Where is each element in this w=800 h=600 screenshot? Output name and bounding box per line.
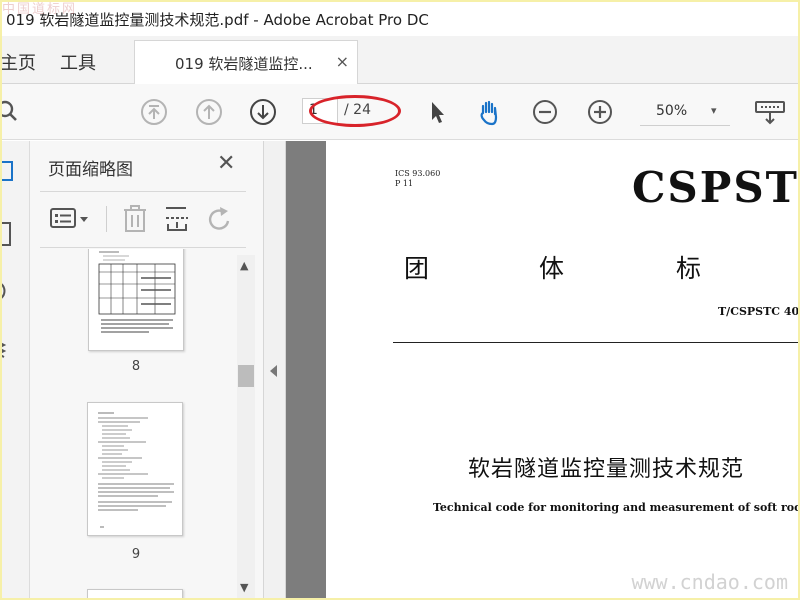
standard-type-char: 团 bbox=[404, 254, 430, 283]
standard-code: T/CSPSTC 40—2019 bbox=[718, 305, 798, 318]
thumbnail-8-content bbox=[98, 251, 176, 333]
standard-type-char: 标 bbox=[676, 254, 702, 283]
tab-document[interactable]: 019 软岩隧道监控... × bbox=[134, 40, 358, 85]
header-rule bbox=[393, 342, 798, 343]
title-bar: 019 软岩隧道监控量测技术规范.pdf - Adobe Acrobat Pro… bbox=[2, 2, 798, 36]
thumbnail-9-content bbox=[98, 412, 174, 528]
red-highlight-ellipse bbox=[309, 95, 401, 127]
prev-page-icon[interactable] bbox=[195, 98, 223, 126]
next-page-icon[interactable] bbox=[249, 98, 277, 126]
insert-page-icon[interactable] bbox=[163, 204, 191, 234]
trash-icon[interactable] bbox=[121, 204, 149, 234]
tab-bar: 主页 工具 019 软岩隧道监控... × bbox=[2, 36, 798, 85]
scrollbar-thumb[interactable] bbox=[238, 365, 254, 387]
org-header: CSPSTC bbox=[632, 163, 798, 212]
options-menu-icon[interactable] bbox=[49, 207, 93, 231]
keyboard-icon[interactable] bbox=[754, 98, 786, 126]
watermark-top: 中国道标网 bbox=[2, 2, 78, 17]
ics-line: ICS 93.060 bbox=[395, 169, 441, 178]
tab-home[interactable]: 主页 bbox=[2, 49, 36, 75]
zoom-select[interactable]: 50% ▾ bbox=[640, 98, 730, 126]
tab-document-label: 019 软岩隧道监控... bbox=[175, 55, 313, 73]
watermark-bottom: www.cndao.com bbox=[631, 570, 788, 594]
hand-tool-icon[interactable] bbox=[475, 98, 503, 126]
scroll-up-icon[interactable]: ▲ bbox=[240, 259, 248, 272]
layers-icon[interactable] bbox=[2, 337, 18, 361]
chevron-left-icon[interactable] bbox=[270, 365, 277, 377]
search-icon[interactable] bbox=[2, 98, 24, 126]
left-nav-rail bbox=[2, 141, 30, 598]
page-icon[interactable] bbox=[2, 221, 18, 247]
toolbar: 1 / 24 50% ▾ bbox=[2, 84, 798, 140]
bookmark-icon[interactable] bbox=[2, 159, 18, 183]
thumbnail-page-number: 8 bbox=[131, 359, 141, 374]
panel-title: 页面缩略图 bbox=[48, 160, 133, 180]
divider bbox=[40, 247, 246, 248]
document-title-cn: 软岩隧道监控量测技术规范 bbox=[468, 457, 745, 482]
panel-toolbar bbox=[40, 192, 246, 246]
thumbnails-panel: 页面缩略图 ✕ 8 9 ▲ ▼ bbox=[30, 141, 264, 598]
pdf-page: ICS 93.060 P 11 CSPSTC 团 体 标 准 T/CSPSTC … bbox=[326, 141, 798, 598]
ccs-line: P 11 bbox=[395, 179, 414, 188]
thumbnail-page-9[interactable] bbox=[87, 402, 183, 536]
thumbnail-scrollbar[interactable]: ▲ ▼ bbox=[237, 255, 255, 598]
acrobat-window: 019 软岩隧道监控量测技术规范.pdf - Adobe Acrobat Pro… bbox=[2, 2, 798, 598]
scroll-down-icon[interactable]: ▼ bbox=[240, 581, 248, 594]
attachment-icon[interactable] bbox=[2, 279, 18, 303]
zoom-in-icon[interactable] bbox=[586, 98, 614, 126]
divider bbox=[106, 206, 107, 232]
rotate-icon[interactable] bbox=[204, 204, 234, 234]
chevron-down-icon: ▾ bbox=[711, 104, 717, 117]
standard-type-char: 体 bbox=[539, 254, 565, 283]
tab-tools[interactable]: 工具 bbox=[60, 49, 96, 75]
thumbnail-page-10[interactable] bbox=[87, 589, 183, 598]
first-page-icon[interactable] bbox=[140, 98, 168, 126]
panel-close-icon[interactable]: ✕ bbox=[217, 151, 235, 176]
select-pointer-icon[interactable] bbox=[423, 98, 451, 126]
tab-close-icon[interactable]: × bbox=[336, 52, 349, 71]
ics-code: ICS 93.060 P 11 bbox=[395, 169, 440, 189]
thumbnail-page-number: 9 bbox=[131, 547, 141, 562]
thumbnail-list: 8 9 bbox=[30, 249, 264, 598]
document-canvas[interactable]: ICS 93.060 P 11 CSPSTC 团 体 标 准 T/CSPSTC … bbox=[286, 141, 798, 598]
document-title-en: Technical code for monitoring and measur… bbox=[433, 501, 798, 514]
zoom-value: 50% bbox=[656, 103, 688, 119]
thumbnail-page-8[interactable] bbox=[88, 249, 184, 351]
panel-collapse-strip[interactable] bbox=[264, 141, 286, 598]
zoom-out-icon[interactable] bbox=[531, 98, 559, 126]
